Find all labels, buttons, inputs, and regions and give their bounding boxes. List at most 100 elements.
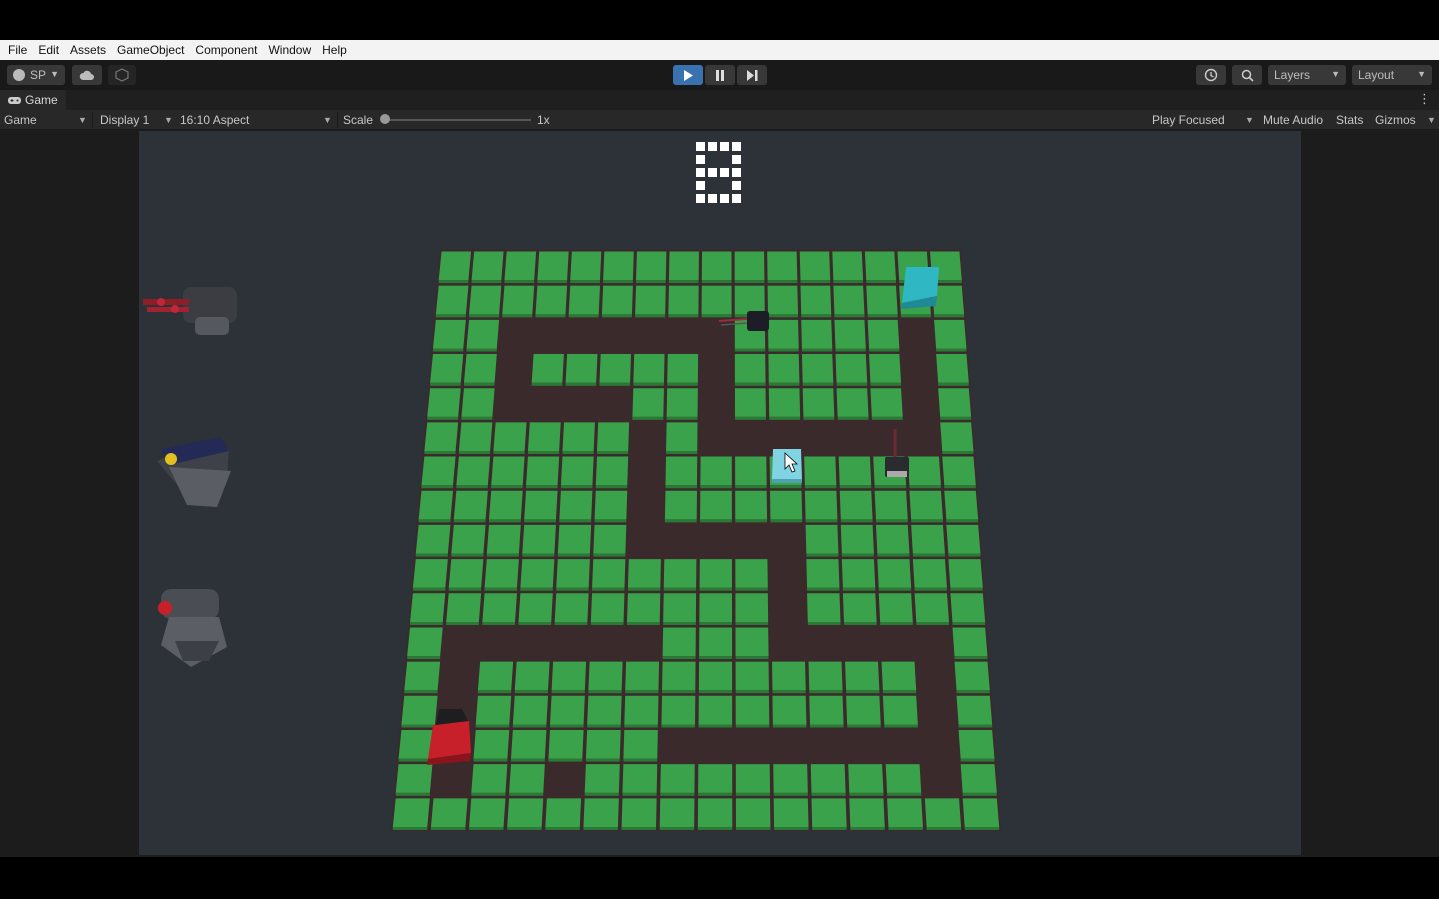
grid-tile[interactable] bbox=[846, 695, 881, 725]
grid-tile[interactable] bbox=[514, 661, 550, 691]
collab-button[interactable] bbox=[108, 65, 136, 85]
grid-tile[interactable] bbox=[421, 456, 456, 486]
grid-tile[interactable] bbox=[954, 661, 990, 691]
grid-tile[interactable] bbox=[469, 798, 506, 827]
grid-tile[interactable] bbox=[537, 251, 569, 281]
grid-tile[interactable] bbox=[801, 354, 834, 383]
grid-tile[interactable] bbox=[407, 627, 443, 657]
scale-slider-thumb[interactable] bbox=[380, 114, 390, 124]
grid-tile[interactable] bbox=[735, 695, 770, 725]
grid-tile[interactable] bbox=[940, 422, 974, 452]
tab-game[interactable]: Game bbox=[0, 90, 66, 110]
grid-tile[interactable] bbox=[557, 524, 592, 554]
grid-tile[interactable] bbox=[735, 456, 767, 486]
grid-tile[interactable] bbox=[484, 559, 519, 588]
grid-tile[interactable] bbox=[956, 695, 993, 725]
grid-tile[interactable] bbox=[875, 524, 910, 554]
grid-tile[interactable] bbox=[502, 285, 535, 315]
grid-tile[interactable] bbox=[527, 422, 561, 452]
grid-tile[interactable] bbox=[404, 661, 441, 691]
search-button[interactable] bbox=[1232, 65, 1262, 85]
grid-tile[interactable] bbox=[466, 319, 500, 349]
grid-tile[interactable] bbox=[668, 285, 699, 315]
grid-tile[interactable] bbox=[801, 319, 833, 349]
grid-tile[interactable] bbox=[914, 593, 949, 622]
grid-tile[interactable] bbox=[869, 354, 902, 383]
grid-tile[interactable] bbox=[662, 627, 696, 657]
grid-tile[interactable] bbox=[832, 251, 864, 281]
grid-tile[interactable] bbox=[585, 729, 621, 759]
grid-tile[interactable] bbox=[435, 285, 469, 315]
grid-tile[interactable] bbox=[458, 422, 493, 452]
grid-tile[interactable] bbox=[735, 559, 768, 588]
grid-tile[interactable] bbox=[570, 251, 602, 281]
grid-tile[interactable] bbox=[701, 285, 732, 315]
grid-tile[interactable] bbox=[735, 490, 768, 520]
grid-tile[interactable] bbox=[662, 661, 696, 691]
grid-tile[interactable] bbox=[734, 388, 766, 417]
grid-tile[interactable] bbox=[952, 627, 988, 657]
grid-tile[interactable] bbox=[699, 627, 733, 657]
grid-tile[interactable] bbox=[438, 251, 471, 281]
pause-button[interactable] bbox=[705, 65, 735, 85]
grid-tile[interactable] bbox=[841, 559, 876, 588]
grid-tile[interactable] bbox=[839, 490, 873, 520]
grid-tile[interactable] bbox=[592, 559, 626, 588]
grid-tile[interactable] bbox=[565, 354, 598, 383]
grid-tile[interactable] bbox=[603, 251, 634, 281]
grid-tile[interactable] bbox=[802, 388, 835, 417]
grid-tile[interactable] bbox=[735, 764, 771, 793]
grid-tile[interactable] bbox=[627, 593, 661, 622]
tower-laser-icon[interactable] bbox=[158, 589, 227, 667]
grid-tile[interactable] bbox=[849, 798, 885, 827]
grid-tile[interactable] bbox=[699, 593, 733, 622]
grid-tile[interactable] bbox=[958, 729, 995, 759]
grid-tile[interactable] bbox=[960, 764, 997, 793]
grid-tile[interactable] bbox=[912, 559, 947, 588]
grid-tile[interactable] bbox=[471, 764, 508, 793]
grid-tile[interactable] bbox=[624, 695, 659, 725]
grid-tile[interactable] bbox=[415, 524, 451, 554]
cloud-button[interactable] bbox=[72, 65, 102, 85]
grid-tile[interactable] bbox=[471, 251, 504, 281]
grid-tile[interactable] bbox=[518, 593, 553, 622]
grid-tile[interactable] bbox=[877, 559, 912, 588]
grid-tile[interactable] bbox=[627, 559, 661, 588]
grid-tile[interactable] bbox=[430, 354, 464, 383]
grid-tile[interactable] bbox=[526, 456, 560, 486]
grid-tile[interactable] bbox=[833, 285, 865, 315]
grid-tile[interactable] bbox=[401, 695, 438, 725]
grid-tile[interactable] bbox=[878, 593, 913, 622]
grid-tile[interactable] bbox=[666, 422, 698, 452]
grid-tile[interactable] bbox=[804, 490, 838, 520]
grid-tile[interactable] bbox=[593, 524, 627, 554]
grid-tile[interactable] bbox=[735, 661, 769, 691]
grid-tile[interactable] bbox=[811, 798, 847, 827]
grid-tile[interactable] bbox=[545, 798, 582, 827]
grid-tile[interactable] bbox=[660, 764, 695, 793]
grid-tile[interactable] bbox=[587, 695, 622, 725]
step-button[interactable] bbox=[737, 65, 767, 85]
grid-tile[interactable] bbox=[554, 593, 589, 622]
grid-tile[interactable] bbox=[864, 251, 896, 281]
grid-tile[interactable] bbox=[838, 456, 872, 486]
grid-tile[interactable] bbox=[625, 661, 660, 691]
grid-tile[interactable] bbox=[800, 285, 832, 315]
grid-tile[interactable] bbox=[666, 388, 698, 417]
gizmos-toggle[interactable]: Gizmos ▼ bbox=[1375, 110, 1437, 130]
grid-tile[interactable] bbox=[809, 695, 844, 725]
menu-edit[interactable]: Edit bbox=[34, 43, 63, 57]
grid-tile[interactable] bbox=[834, 319, 866, 349]
grid-tile[interactable] bbox=[633, 354, 665, 383]
grid-tile[interactable] bbox=[767, 251, 798, 281]
grid-tile[interactable] bbox=[924, 798, 962, 827]
grid-tile[interactable] bbox=[531, 354, 564, 383]
grid-tile[interactable] bbox=[583, 798, 619, 827]
grid-tile[interactable] bbox=[418, 490, 454, 520]
grid-tile[interactable] bbox=[701, 251, 732, 281]
grid-tile[interactable] bbox=[697, 798, 733, 827]
grid-tile[interactable] bbox=[735, 627, 769, 657]
grid-tile[interactable] bbox=[772, 695, 807, 725]
grid-tile[interactable] bbox=[772, 661, 806, 691]
grid-tile[interactable] bbox=[510, 729, 547, 759]
